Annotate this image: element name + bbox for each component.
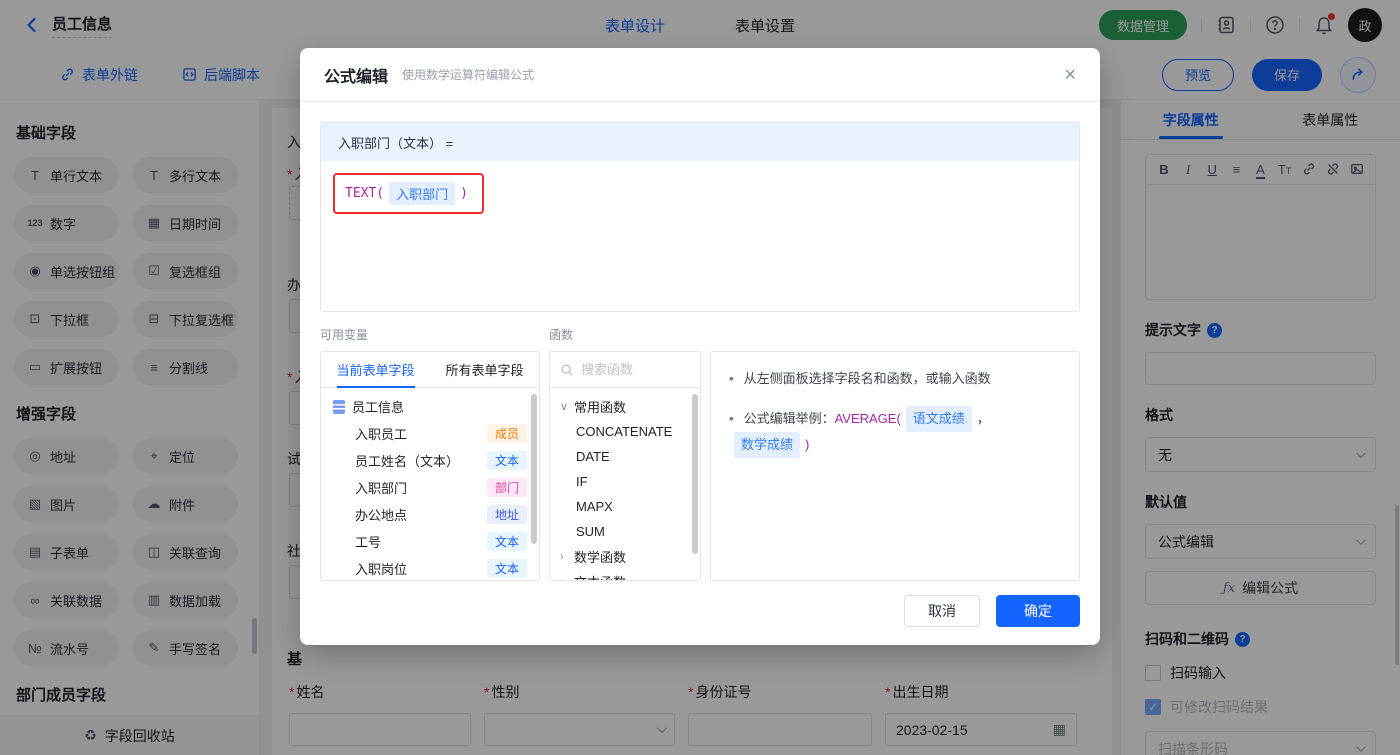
form-doc-icon xyxy=(333,399,345,414)
type-badge-text: 文本 xyxy=(486,532,527,551)
functions-label: 函数 xyxy=(549,328,574,342)
type-badge-text: 文本 xyxy=(486,451,527,470)
type-badge-member: 成员 xyxy=(486,424,527,443)
example-function-close: ) xyxy=(805,437,810,452)
caret-right-icon: › xyxy=(560,576,574,581)
example-function-name: AVERAGE( xyxy=(834,411,901,426)
type-badge-address: 地址 xyxy=(486,505,527,524)
type-badge-department: 部门 xyxy=(486,478,527,497)
form-designer-app: 员工信息 表单设计 表单设置 数据管理 政 表单外链 后端脚本 预览 保存 基础… xyxy=(0,0,1400,755)
tree-root-form[interactable]: 员工信息 xyxy=(321,393,539,420)
formula-function-open: TEXT( xyxy=(345,186,385,201)
formula-editor-modal: 公式编辑 使用数学运算符编辑公式 × 入职部门（文本） = TEXT( 入职部门… xyxy=(300,48,1100,645)
example-chip-1: 语文成绩 xyxy=(905,406,972,432)
confirm-button[interactable]: 确定 xyxy=(996,595,1080,627)
function-item[interactable]: IF xyxy=(550,469,700,494)
caret-down-icon: ∨ xyxy=(560,401,569,413)
variable-row[interactable]: 办公地点 地址 xyxy=(321,501,539,528)
type-badge-text: 文本 xyxy=(486,559,527,578)
variable-row[interactable]: 入职岗位 文本 xyxy=(321,555,539,580)
formula-help-panel: • 从左侧面板选择字段名和函数，或输入函数 • 公式编辑举例： AVERAGE( … xyxy=(710,351,1080,581)
formula-target-field: 入职部门（文本） = xyxy=(321,123,1079,161)
tab-current-form-fields[interactable]: 当前表单字段 xyxy=(321,352,430,387)
example-comma: ， xyxy=(976,411,990,426)
function-group-math[interactable]: › 数学函数 xyxy=(550,544,700,569)
variable-row[interactable]: 工号 文本 xyxy=(321,528,539,555)
function-item[interactable]: SUM xyxy=(550,519,700,544)
bullet-icon: • xyxy=(729,411,734,426)
caret-right-icon: › xyxy=(560,550,564,563)
formula-function-close: ) xyxy=(460,186,468,201)
function-item[interactable]: CONCATENATE xyxy=(550,419,700,444)
formula-field-chip[interactable]: 入职部门 xyxy=(389,182,456,205)
function-group-text[interactable]: ›文本函数 xyxy=(550,569,700,581)
tab-all-form-fields[interactable]: 所有表单字段 xyxy=(430,352,539,387)
function-item[interactable]: MAPX xyxy=(550,494,700,519)
help-line-1: 从左侧面板选择字段名和函数，或输入函数 xyxy=(743,371,991,386)
function-group-common[interactable]: ∨ 常用函数 xyxy=(550,394,700,419)
formula-editor-box[interactable]: 入职部门（文本） = TEXT( 入职部门 ) xyxy=(320,122,1080,312)
variable-row[interactable]: 入职员工 成员 xyxy=(321,420,539,447)
example-chip-2: 数学成绩 xyxy=(734,432,801,458)
variable-row[interactable]: 员工姓名（文本） 文本 xyxy=(321,447,539,474)
bullet-icon: • xyxy=(729,371,734,386)
functions-panel: ∨常用函数 CONCATENATE DATE IF MAPX SUM ›数学函数… xyxy=(549,351,701,581)
functions-scrollbar[interactable] xyxy=(692,394,698,554)
formula-annotation-box: TEXT( 入职部门 ) xyxy=(333,173,484,214)
help-example-prefix: 公式编辑举例： xyxy=(743,411,835,426)
function-search[interactable] xyxy=(550,352,700,388)
variable-row[interactable]: 入职部门 部门 xyxy=(321,474,539,501)
cancel-button[interactable]: 取消 xyxy=(904,595,980,627)
close-icon[interactable]: × xyxy=(1064,65,1076,85)
function-item[interactable]: DATE xyxy=(550,444,700,469)
search-icon xyxy=(561,363,573,376)
modal-subtitle: 使用数学运算符编辑公式 xyxy=(402,68,535,82)
variables-scrollbar[interactable] xyxy=(531,394,537,544)
modal-title: 公式编辑 xyxy=(324,68,389,86)
variables-panel: 当前表单字段 所有表单字段 员工信息 入职员工 成员 员工姓名（文本） 文本 入职部… xyxy=(320,351,540,581)
variables-label: 可用变量 xyxy=(320,328,369,342)
function-search-input[interactable] xyxy=(581,362,690,377)
